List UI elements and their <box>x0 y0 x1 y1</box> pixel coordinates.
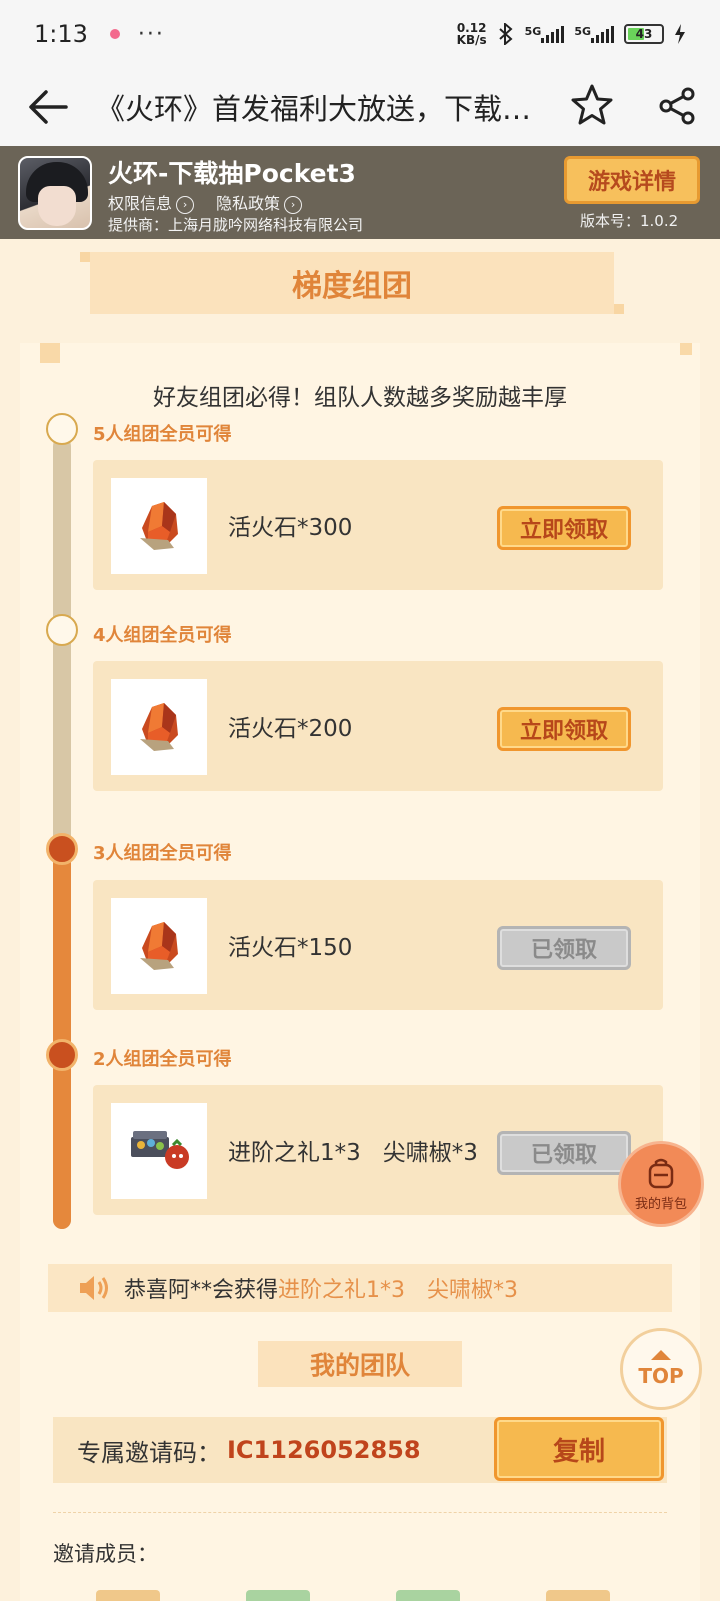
status-time: 1:13 <box>34 20 88 48</box>
tier-node-open <box>46 614 78 646</box>
chevron-right-icon: › <box>284 195 303 214</box>
bluetooth-icon <box>498 23 513 45</box>
reward-card: 进阶之礼1*3 尖啸椒*3 已领取 <box>93 1085 663 1215</box>
back-button[interactable] <box>24 83 72 131</box>
claim-button[interactable]: 立即领取 <box>497 506 631 550</box>
game-name: 火环-下载抽Pocket3 <box>108 159 356 188</box>
page-title: 《火环》首发福利大放送，下载抽Pocket3 <box>96 92 536 126</box>
fire-crystal-icon <box>140 922 178 970</box>
member-slot[interactable] <box>396 1590 460 1601</box>
tier-node-reached <box>46 833 78 865</box>
arrow-up-icon <box>651 1350 671 1360</box>
members-label: 邀请成员： <box>53 1542 158 1566</box>
reward-text: 活火石*300 <box>228 515 353 541</box>
permissions-link[interactable]: 权限信息 › <box>108 190 195 214</box>
member-slot[interactable] <box>246 1590 310 1601</box>
reward-thumbnail <box>111 1103 207 1199</box>
fire-crystal-icon <box>140 502 178 550</box>
claimed-button[interactable]: 已领取 <box>497 1131 631 1175</box>
game-provider: 提供商：上海月胧吟网络科技有限公司 <box>108 216 364 234</box>
winner-notice: 恭喜阿**会获得 进阶之礼1*3 尖啸椒*3 <box>48 1264 672 1312</box>
section-title: 梯度组团 <box>80 252 624 314</box>
share-icon <box>659 87 695 125</box>
signal-bars-icon <box>591 25 614 43</box>
tier-node-reached <box>46 1039 78 1071</box>
tier-label: 5人组团全员可得 <box>93 424 232 445</box>
tier-label: 4人组团全员可得 <box>93 625 232 646</box>
member-slot[interactable] <box>546 1590 610 1601</box>
nav-bar: 《火环》首发福利大放送，下载抽Pocket3 <box>0 68 720 146</box>
tier-label: 3人组团全员可得 <box>93 843 232 864</box>
charging-icon <box>675 24 685 44</box>
pixel-corner <box>40 343 60 363</box>
claimed-button[interactable]: 已领取 <box>497 926 631 970</box>
reward-text: 活火石*150 <box>228 935 353 961</box>
share-button[interactable] <box>654 82 702 130</box>
status-bar: 1:13 ··· 0.12 KB/s 5G 5G 43 <box>0 0 720 68</box>
reward-thumbnail <box>111 478 207 574</box>
notice-item: 尖啸椒*3 <box>427 1278 519 1303</box>
signal-1: 5G <box>525 25 565 43</box>
more-notifications-icon: ··· <box>137 21 165 47</box>
reward-thumbnail <box>111 898 207 994</box>
privacy-link[interactable]: 隐私政策 › <box>216 190 303 214</box>
fire-crystal-icon <box>140 703 178 751</box>
signal-2: 5G <box>574 25 614 43</box>
gift-chest-icon <box>131 1131 189 1169</box>
reward-card: 活火石*300 立即领取 <box>93 460 663 590</box>
notice-item: 进阶之礼1*3 <box>278 1278 406 1303</box>
invite-code: IC1126052858 <box>227 1436 421 1464</box>
copy-button[interactable]: 复制 <box>494 1417 664 1481</box>
reward-text: 活火石*200 <box>228 716 353 742</box>
pixel-corner <box>680 343 692 355</box>
my-bag-button[interactable]: 我的背包 <box>618 1141 704 1227</box>
reward-card: 活火石*200 立即领取 <box>93 661 663 791</box>
battery-icon: 43 <box>624 24 664 44</box>
notification-dot-icon <box>109 29 120 39</box>
panel-subtitle: 好友组团必得！组队人数越多奖励越丰厚 <box>153 385 567 411</box>
tier-node-open <box>46 413 78 445</box>
chevron-right-icon: › <box>176 195 195 214</box>
game-detail-button[interactable]: 游戏详情 <box>564 156 700 204</box>
divider <box>53 1512 667 1513</box>
claim-button[interactable]: 立即领取 <box>497 707 631 751</box>
speaker-icon <box>80 1276 108 1300</box>
tier-label: 2人组团全员可得 <box>93 1049 232 1070</box>
arrow-left-icon <box>29 90 68 124</box>
team-title: 我的团队 <box>258 1341 462 1387</box>
notice-prefix: 恭喜阿**会获得 <box>124 1278 279 1303</box>
reward-thumbnail <box>111 679 207 775</box>
top-label: TOP <box>638 1364 684 1388</box>
game-info-bar: 火环-下载抽Pocket3 权限信息 › 隐私政策 › 提供商：上海月胧吟网络科技有… <box>0 146 720 239</box>
game-avatar[interactable] <box>18 156 92 230</box>
reward-text: 进阶之礼1*3 尖啸椒*3 <box>228 1140 478 1166</box>
invite-code-label: 专属邀请码： <box>77 1438 221 1467</box>
member-slot[interactable] <box>96 1590 160 1601</box>
bag-label: 我的背包 <box>634 1196 687 1212</box>
game-version: 版本号：1.0.2 <box>580 212 679 230</box>
back-to-top-button[interactable]: TOP <box>620 1328 702 1410</box>
backpack-icon <box>648 1158 674 1188</box>
network-speed: 0.12 KB/s <box>456 21 487 47</box>
favorite-button[interactable] <box>568 82 616 130</box>
star-icon <box>571 84 613 125</box>
reward-card: 活火石*150 已领取 <box>93 880 663 1010</box>
invite-code-box: 专属邀请码： IC1126052858 复制 <box>53 1417 667 1483</box>
signal-bars-icon <box>541 25 565 43</box>
